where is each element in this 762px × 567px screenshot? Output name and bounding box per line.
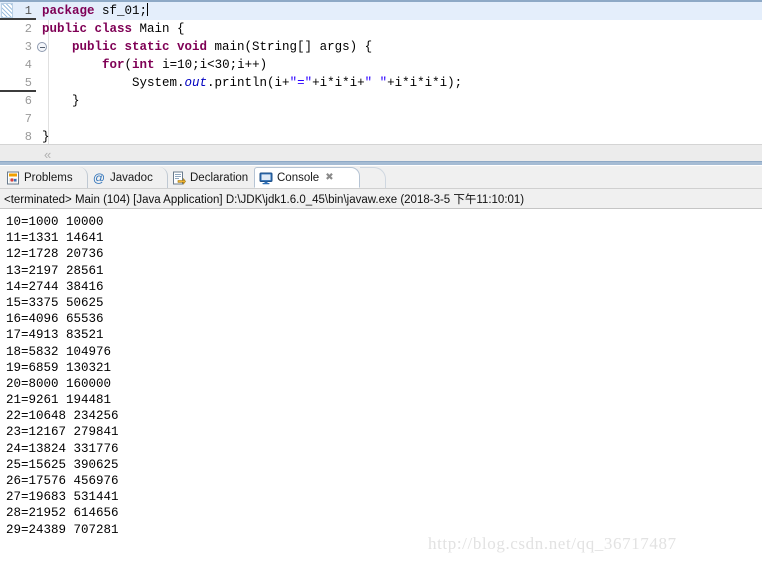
code-line-text: public class Main { — [42, 20, 185, 38]
line-number: 5 — [0, 74, 36, 92]
declaration-icon — [172, 171, 186, 185]
console-line: 15=3375 50625 — [6, 295, 104, 310]
svg-text:@: @ — [93, 171, 105, 185]
console-line: 24=13824 331776 — [6, 441, 119, 456]
code-token: .println(i+ — [207, 76, 290, 90]
code-line[interactable]: 7 — [0, 110, 762, 128]
code-token: +i*i*i+ — [312, 76, 365, 90]
code-token: for — [102, 58, 125, 72]
code-token: sf_01; — [102, 4, 148, 18]
console-line: 25=15625 390625 — [6, 457, 119, 472]
code-line[interactable]: 1 package sf_01; — [0, 2, 762, 20]
tab-javadoc[interactable]: @ Javadoc — [88, 167, 168, 188]
console-line: 27=19683 531441 — [6, 490, 119, 505]
console-line: 18=5832 104976 — [6, 344, 112, 359]
code-line[interactable]: 4 for(int i=10;i<30;i++) — [0, 56, 762, 74]
console-line: 26=17576 456976 — [6, 474, 119, 488]
console-line: 16=4096 65536 — [6, 312, 104, 327]
console-output-area[interactable]: 10=1000 10000 11=1331 14641 12=1728 20736 1… — [0, 210, 762, 567]
code-token: public static void — [72, 40, 215, 54]
code-token: "=" — [289, 76, 313, 90]
code-line-text: System.out.println(i+"="+i*i*i+" "+i*i*i… — [42, 74, 462, 92]
code-token: " " — [364, 76, 388, 90]
code-line[interactable]: 8} — [0, 128, 762, 145]
tab-label: Javadoc — [110, 171, 153, 184]
console-line: 22=10648 234256 — [6, 409, 119, 424]
console-line: 23=12167 279841 — [6, 425, 119, 440]
text-caret — [147, 3, 149, 16]
code-line-text: } — [42, 128, 50, 145]
console-line: 12=1728 20736 — [6, 247, 104, 262]
code-token: int — [132, 58, 155, 72]
bottom-view-panel: Problems @ Javadoc Declaration Console ✖ <ter… — [0, 166, 762, 567]
line-number: 6 — [24, 94, 32, 108]
tab-console[interactable]: Console ✖ — [254, 167, 360, 188]
tab-label: Declaration — [190, 171, 249, 184]
code-line-list: 1 package sf_01; 2 public class Main {3 pub… — [0, 2, 762, 145]
tab-declaration[interactable]: Declaration — [168, 167, 264, 188]
line-number: 7 — [24, 112, 32, 126]
code-line[interactable]: 3 public static void main(String[] args)… — [0, 38, 762, 56]
code-line[interactable]: 2 public class Main { — [0, 20, 762, 38]
editor-bottom-divider — [0, 161, 762, 165]
code-editor-panel: 1 package sf_01; 2 public class Main {3 pub… — [0, 0, 762, 165]
line-number: 8 — [24, 130, 32, 144]
tab-label: Problems — [24, 171, 73, 184]
code-token: public class — [42, 22, 140, 36]
code-line[interactable]: 5 System.out.println(i+"="+i*i*i+" "+i*i… — [0, 74, 762, 92]
code-token: System. — [42, 76, 185, 90]
console-line: 11=1331 14641 — [6, 231, 104, 246]
console-line: 21=9261 194481 — [6, 393, 112, 408]
problems-icon — [6, 171, 20, 185]
chevron-left-icon[interactable]: « — [44, 147, 51, 162]
code-token: main(String[] args) { — [214, 40, 373, 54]
console-launch-status: <terminated> Main (104) [Java Applicatio… — [0, 188, 762, 209]
code-token: package — [42, 4, 103, 18]
code-token: Main { — [139, 22, 185, 36]
console-line: 29=24389 707281 — [6, 522, 119, 537]
tab-problems[interactable]: Problems — [2, 167, 88, 188]
code-line-text: for(int i=10;i<30;i++) — [42, 56, 267, 74]
code-token: } — [42, 130, 50, 144]
line-number: 2 — [24, 22, 32, 36]
code-token: ( — [124, 58, 133, 72]
tab-bar-trailing-curve — [360, 167, 386, 188]
view-tab-bar: Problems @ Javadoc Declaration Console ✖ — [0, 166, 762, 189]
javadoc-icon: @ — [92, 171, 106, 185]
console-line: 13=2197 28561 — [6, 263, 104, 278]
console-line: 14=2744 38416 — [6, 279, 104, 294]
line-number: 1 — [0, 2, 36, 20]
code-token: i=10;i<30;i++) — [154, 58, 268, 72]
code-token: out — [184, 76, 208, 90]
console-line: 28=21952 614656 — [6, 506, 119, 521]
console-icon — [259, 171, 273, 185]
console-line: 17=4913 83521 — [6, 328, 104, 343]
console-status-text: <terminated> Main (104) [Java Applicatio… — [4, 193, 525, 206]
code-line-text: package sf_01; — [42, 2, 149, 20]
tab-label: Console — [277, 171, 320, 184]
code-token: } — [42, 94, 80, 108]
console-line-list: 10=1000 10000 11=1331 14641 12=1728 20736 1… — [6, 214, 762, 538]
close-icon[interactable]: ✖ — [325, 172, 333, 183]
line-number: 4 — [24, 58, 32, 72]
console-line: 19=6859 130321 — [6, 360, 112, 375]
code-token: +i*i*i*i); — [387, 76, 463, 90]
code-line[interactable]: 6 } — [0, 92, 762, 110]
line-number: 3 — [24, 40, 32, 54]
console-line: 20=8000 160000 — [6, 376, 112, 391]
editor-code-area[interactable]: 1 package sf_01; 2 public class Main {3 pub… — [0, 2, 762, 145]
code-line-text: } — [42, 92, 80, 110]
console-line: 10=1000 10000 — [6, 215, 104, 229]
code-line-text: public static void main(String[] args) { — [42, 38, 372, 56]
